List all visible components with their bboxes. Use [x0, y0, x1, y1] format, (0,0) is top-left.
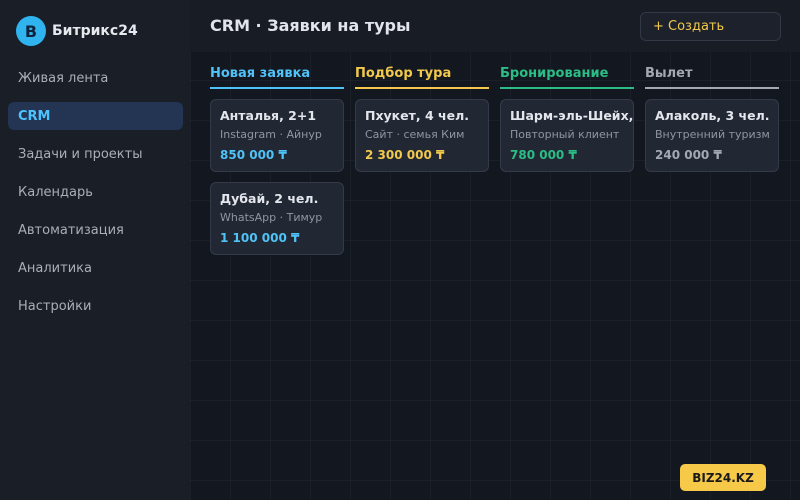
- column-header[interactable]: Новая заявка: [210, 66, 344, 89]
- card-subtitle: Сайт · семья Ким: [365, 128, 465, 141]
- sidebar-item-analytics[interactable]: Аналитика: [8, 254, 183, 282]
- card-title: Алаколь, 3 чел.: [655, 108, 770, 123]
- column-header[interactable]: Бронирование: [500, 66, 634, 89]
- logo-icon: B: [16, 16, 46, 46]
- card-subtitle: Instagram · Айнур: [220, 128, 322, 141]
- card-amount: 2 300 000 ₸: [365, 148, 445, 162]
- deal-card[interactable]: Шарм-эль-Шейх, 2 Повторный клиент 780 00…: [500, 99, 634, 172]
- card-amount: 850 000 ₸: [220, 148, 287, 162]
- sidebar-item-crm[interactable]: CRM: [8, 102, 183, 130]
- sidebar-item-calendar[interactable]: Календарь: [8, 178, 183, 206]
- kanban-column-new: Новая заявка Анталья, 2+1 Instagram · Ай…: [210, 66, 344, 255]
- app-name: Битрикс24: [52, 23, 138, 39]
- deal-card[interactable]: Алаколь, 3 чел. Внутренний туризм 240 00…: [645, 99, 779, 172]
- sidebar-item-tasks[interactable]: Задачи и проекты: [8, 140, 183, 168]
- column-header[interactable]: Подбор тура: [355, 66, 489, 89]
- topbar: CRM · Заявки на туры + Создать: [190, 0, 800, 52]
- sidebar-item-settings[interactable]: Настройки: [8, 292, 183, 320]
- card-amount: 780 000 ₸: [510, 148, 577, 162]
- app-logo[interactable]: B Битрикс24: [16, 16, 138, 46]
- sidebar-item-feed[interactable]: Живая лента: [8, 64, 183, 92]
- card-subtitle: Внутренний туризм: [655, 128, 770, 141]
- card-title: Анталья, 2+1: [220, 108, 317, 123]
- card-title: Пхукет, 4 чел.: [365, 108, 469, 123]
- deal-card[interactable]: Дубай, 2 чел. WhatsApp · Тимур 1 100 000…: [210, 182, 344, 255]
- kanban-column-departure: Вылет Алаколь, 3 чел. Внутренний туризм …: [645, 66, 779, 172]
- deal-card[interactable]: Анталья, 2+1 Instagram · Айнур 850 000 ₸: [210, 99, 344, 172]
- deal-card[interactable]: Пхукет, 4 чел. Сайт · семья Ким 2 300 00…: [355, 99, 489, 172]
- card-title: Дубай, 2 чел.: [220, 191, 319, 206]
- column-header[interactable]: Вылет: [645, 66, 779, 89]
- kanban-column-booking: Бронирование Шарм-эль-Шейх, 2 Повторный …: [500, 66, 634, 172]
- card-subtitle: Повторный клиент: [510, 128, 620, 141]
- card-amount: 240 000 ₸: [655, 148, 722, 162]
- kanban-column-selection: Подбор тура Пхукет, 4 чел. Сайт · семья …: [355, 66, 489, 172]
- sidebar-nav: Живая лента CRM Задачи и проекты Календа…: [8, 64, 183, 330]
- sidebar: B Битрикс24 Живая лента CRM Задачи и про…: [0, 0, 190, 500]
- card-title: Шарм-эль-Шейх, 2: [510, 108, 634, 123]
- create-button[interactable]: + Создать: [640, 12, 781, 41]
- main-area: CRM · Заявки на туры + Создать Новая зая…: [190, 0, 800, 500]
- card-subtitle: WhatsApp · Тимур: [220, 211, 323, 224]
- page-title: CRM · Заявки на туры: [210, 16, 411, 35]
- card-amount: 1 100 000 ₸: [220, 231, 300, 245]
- watermark-badge: BIZ24.KZ: [680, 464, 766, 491]
- sidebar-item-automation[interactable]: Автоматизация: [8, 216, 183, 244]
